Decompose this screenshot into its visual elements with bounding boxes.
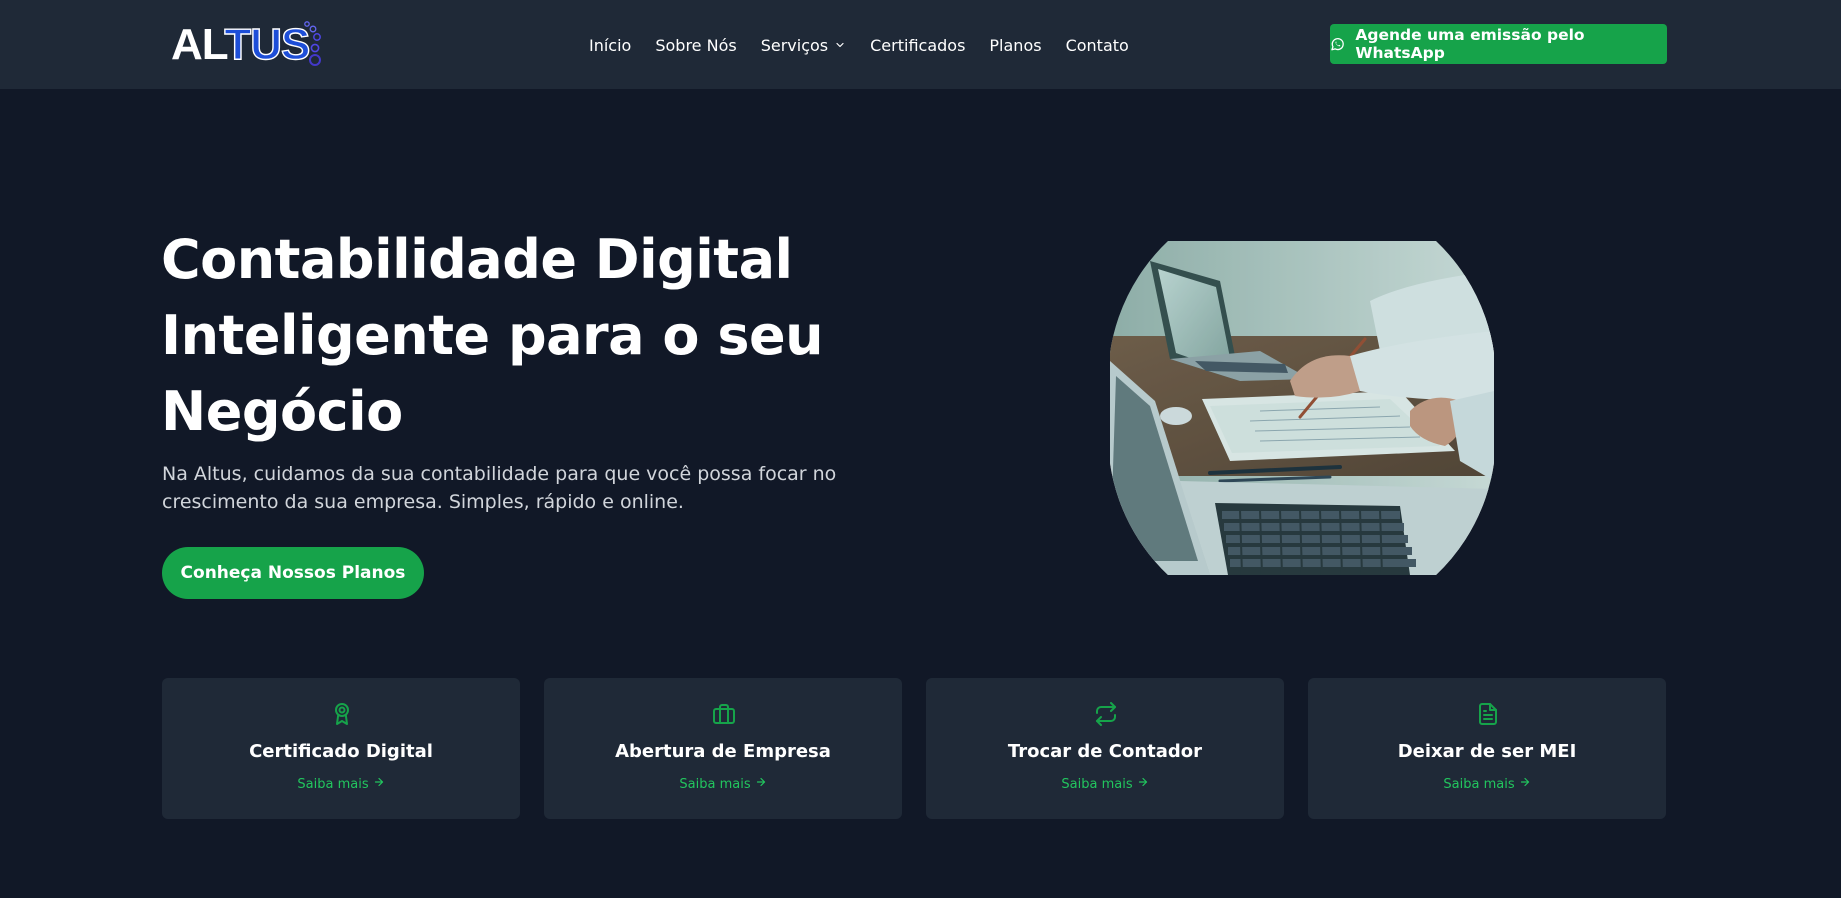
- whatsapp-cta-button[interactable]: Agende uma emissão pelo WhatsApp: [1330, 24, 1667, 64]
- plans-cta-button[interactable]: Conheça Nossos Planos: [162, 547, 424, 599]
- service-card-deixar-de-ser-mei[interactable]: Deixar de ser MEI Saiba mais: [1308, 678, 1666, 819]
- logo-bubbles-icon: [304, 21, 321, 66]
- arrow-right-icon: [1138, 777, 1147, 787]
- nav-item-inicio[interactable]: Início: [589, 36, 631, 55]
- saiba-mais-link[interactable]: Saiba mais: [926, 776, 1284, 792]
- file-text-icon: [1479, 703, 1497, 725]
- site-header: ALTUS Início Sobre Nós Serviços Certific…: [0, 0, 1841, 89]
- hero-image: [1110, 241, 1494, 575]
- service-card-abertura-de-empresa[interactable]: Abertura de Empresa Saiba mais: [544, 678, 902, 819]
- nav-item-servicos[interactable]: Serviços: [761, 36, 846, 55]
- saiba-mais-link[interactable]: Saiba mais: [1308, 776, 1666, 792]
- nav-item-contato[interactable]: Contato: [1066, 36, 1129, 55]
- chevron-down-icon: [836, 42, 844, 48]
- repeat-icon: [1096, 702, 1116, 726]
- hero-title: Contabilidade Digital Inteligente para o…: [161, 228, 824, 443]
- nav-item-planos[interactable]: Planos: [989, 36, 1041, 55]
- service-card-title: Certificado Digital: [249, 741, 433, 762]
- services-section: Certificado Digital Saiba mais Abertura …: [162, 678, 1668, 819]
- service-card-trocar-de-contador[interactable]: Trocar de Contador Saiba mais: [926, 678, 1284, 819]
- nav-item-certificados[interactable]: Certificados: [870, 36, 965, 55]
- altus-logo[interactable]: ALTUS: [171, 20, 331, 69]
- nav-item-sobre-nos[interactable]: Sobre Nós: [655, 36, 736, 55]
- whatsapp-icon: [1331, 38, 1344, 51]
- saiba-mais-link[interactable]: Saiba mais: [544, 776, 902, 792]
- arrow-right-icon: [1520, 777, 1529, 787]
- arrow-right-icon: [374, 777, 383, 787]
- whatsapp-cta-label: Agende uma emissão pelo WhatsApp: [1355, 26, 1585, 62]
- arrow-right-icon: [756, 777, 765, 787]
- award-icon: [335, 703, 349, 725]
- service-card-title: Abertura de Empresa: [615, 741, 831, 762]
- briefcase-icon: [713, 704, 735, 724]
- service-card-certificado-digital[interactable]: Certificado Digital Saiba mais: [162, 678, 520, 819]
- service-card-title: Deixar de ser MEI: [1397, 741, 1577, 762]
- logo-wordmark: ALTUS: [171, 20, 311, 69]
- service-card-title: Trocar de Contador: [1007, 741, 1203, 762]
- main-nav: Início Sobre Nós Serviços Certificados P…: [589, 33, 1153, 57]
- page: ALTUS Início Sobre Nós Serviços Certific…: [0, 0, 1841, 898]
- saiba-mais-link[interactable]: Saiba mais: [162, 776, 520, 792]
- hero-subtitle: Na Altus, cuidamos da sua contabilidade …: [162, 463, 837, 513]
